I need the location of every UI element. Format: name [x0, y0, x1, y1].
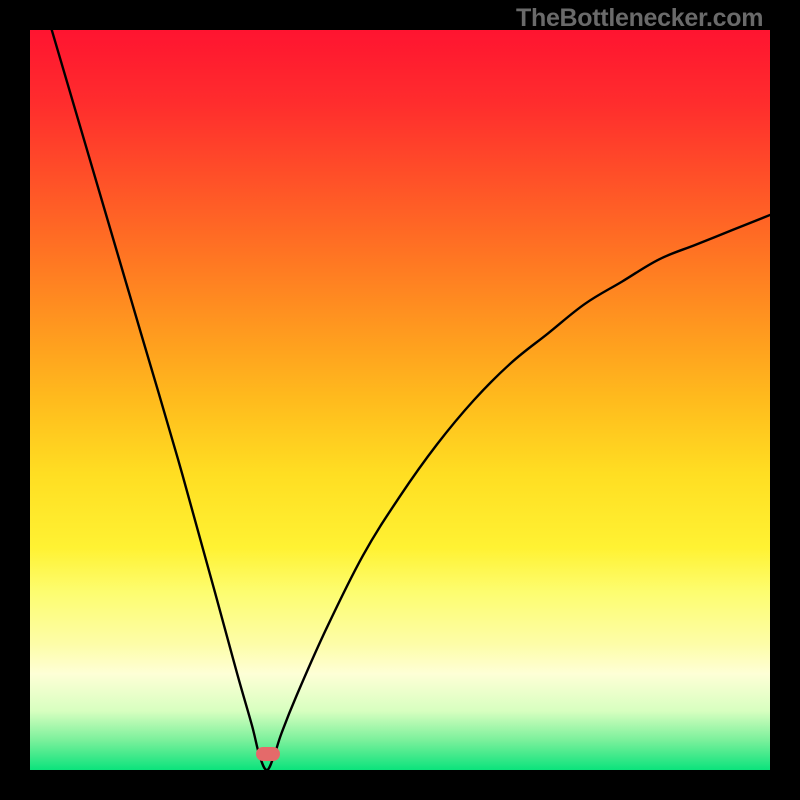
optimal-point-marker: [256, 747, 280, 761]
watermark-text: TheBottlenecker.com: [516, 4, 763, 33]
chart-frame: TheBottlenecker.com: [0, 0, 800, 800]
plot-area: [30, 30, 770, 770]
bottleneck-curve: [30, 30, 770, 770]
